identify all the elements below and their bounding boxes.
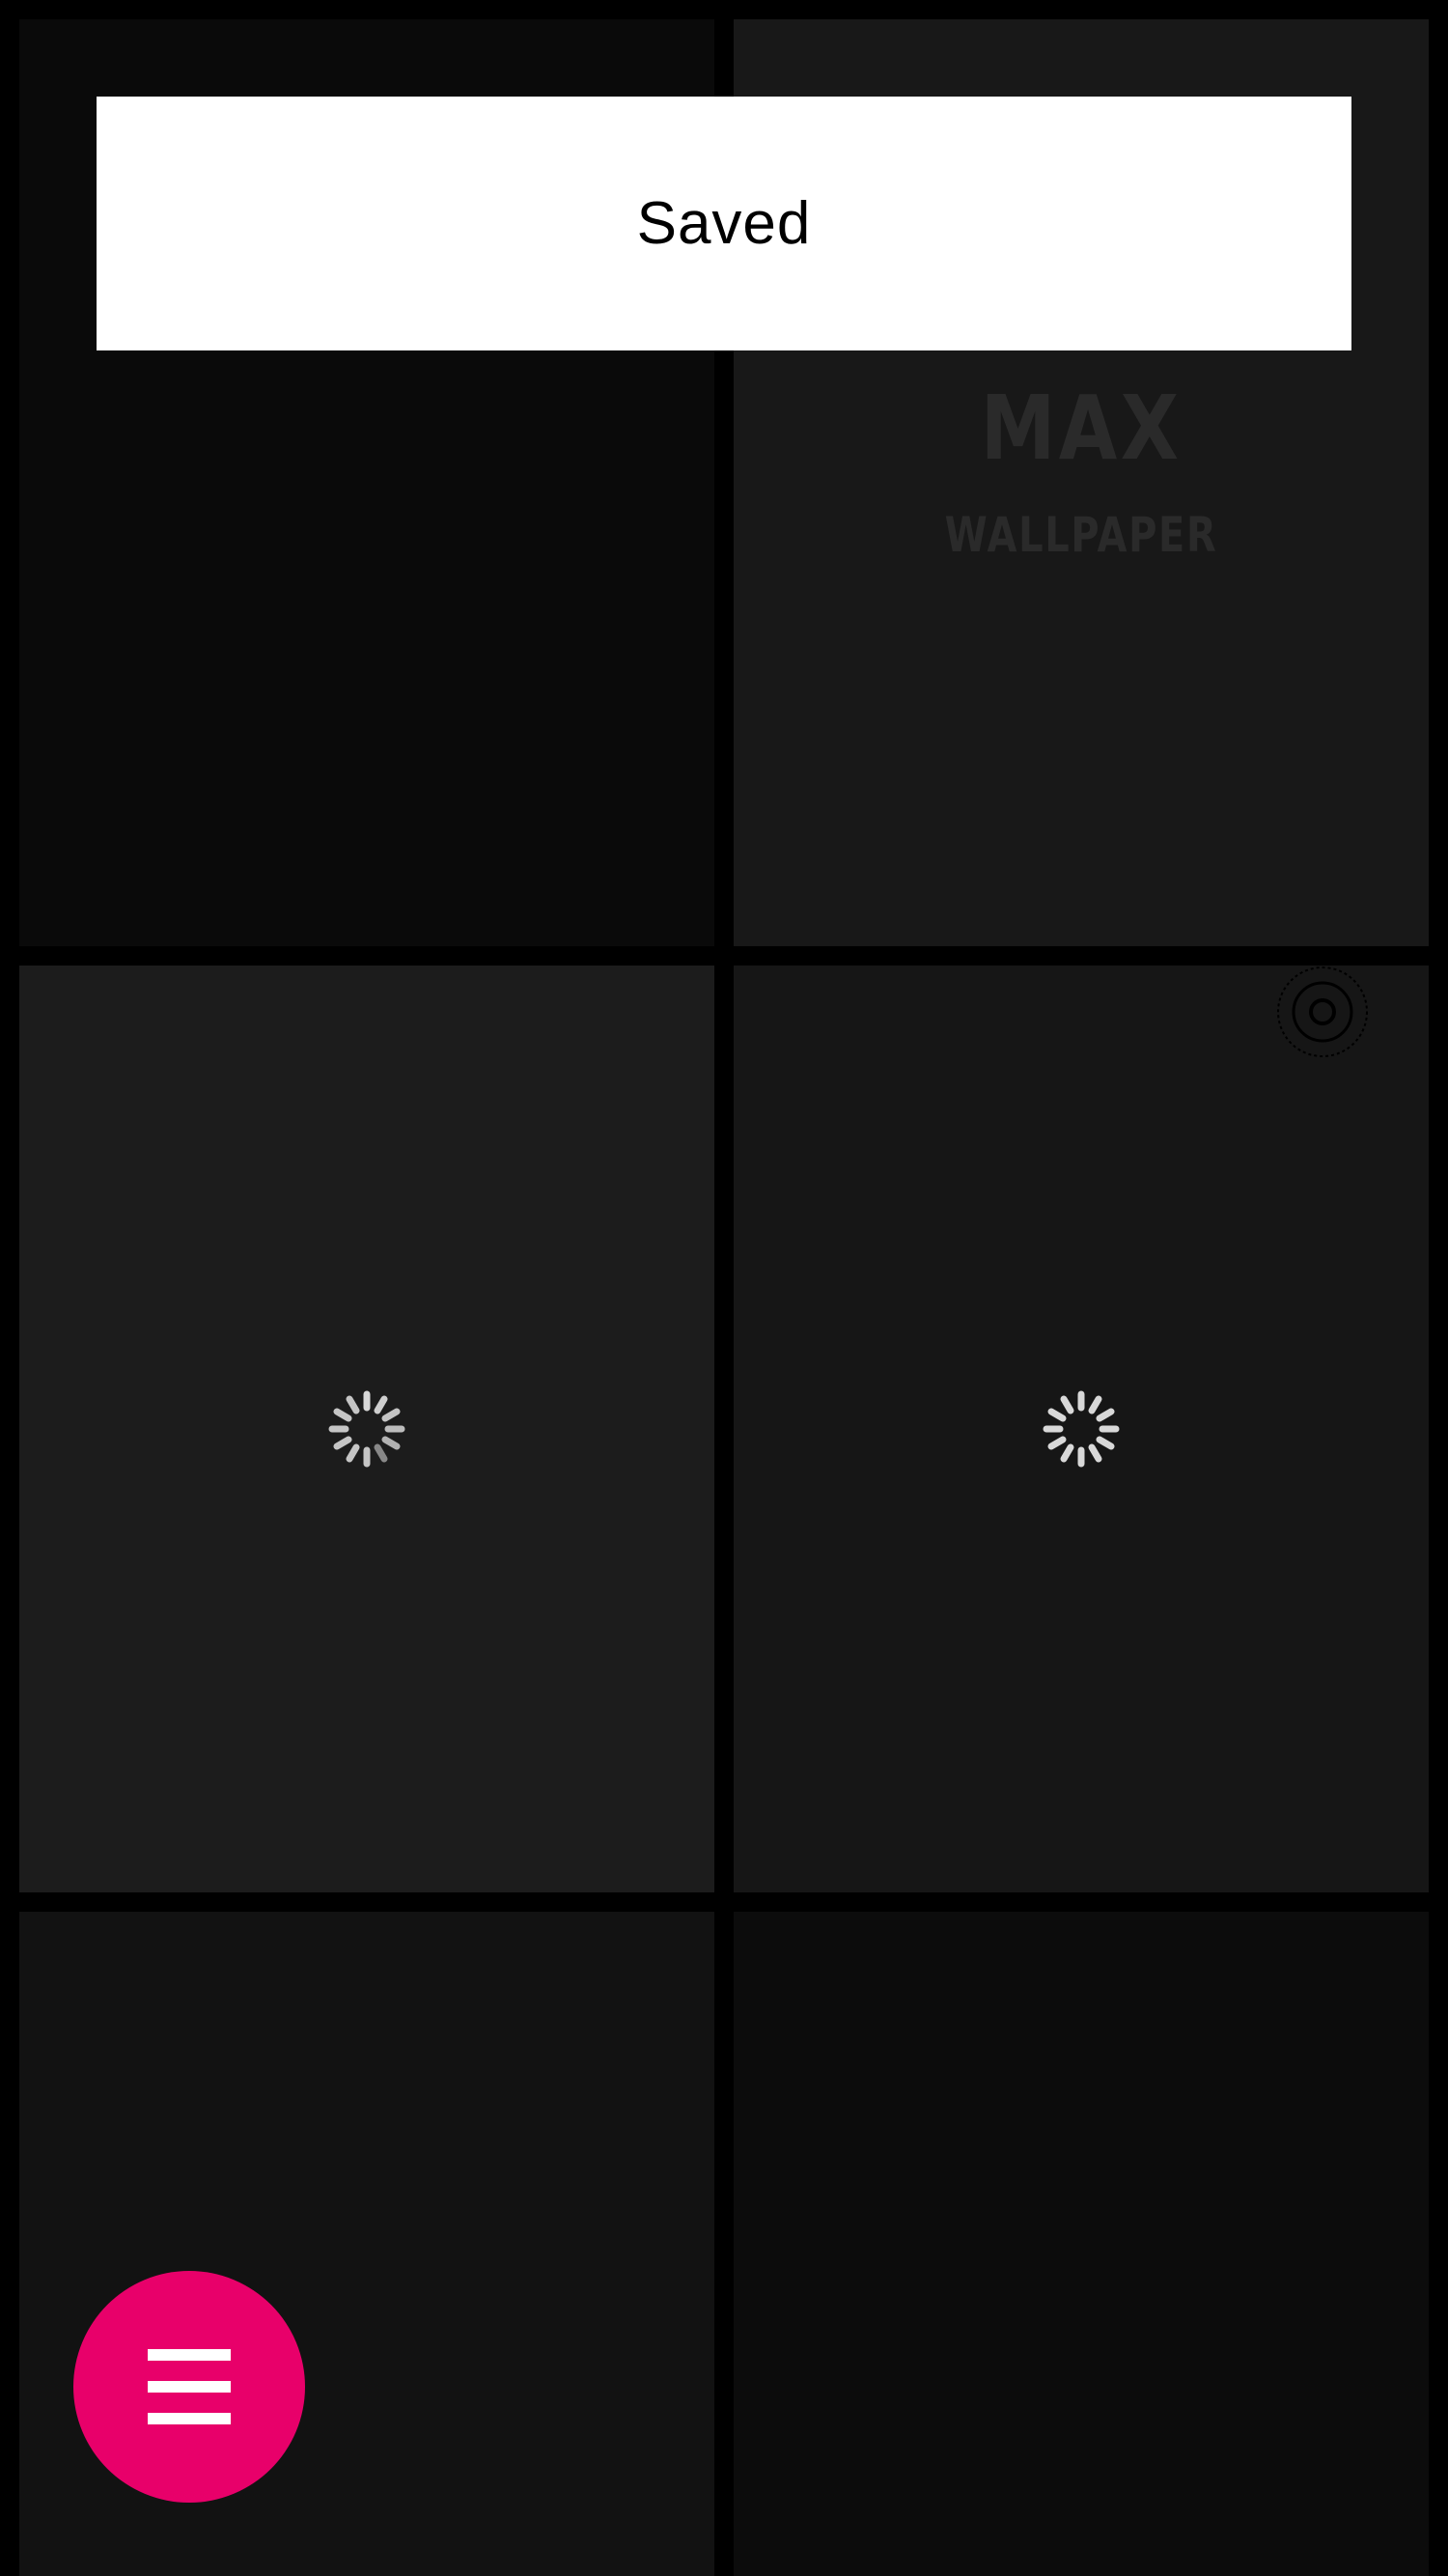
wallpaper-tile[interactable] [19, 966, 714, 1892]
logo-max-text: MAX [980, 377, 1183, 480]
wallpaper-tile[interactable] [734, 1912, 1429, 2576]
wallpaper-tile[interactable] [734, 966, 1429, 1892]
target-icon [1277, 966, 1368, 1057]
loading-spinner-icon [328, 1390, 405, 1468]
menu-icon [148, 2349, 231, 2424]
menu-fab-button[interactable] [73, 2271, 305, 2503]
wallpaper-grid: MAX WALLPAPER [0, 0, 1448, 2576]
toast-message: Saved [636, 190, 812, 257]
loading-spinner-icon [1043, 1390, 1120, 1468]
logo-wallpaper-text: WALLPAPER [944, 507, 1218, 563]
saved-toast: Saved [97, 97, 1351, 350]
